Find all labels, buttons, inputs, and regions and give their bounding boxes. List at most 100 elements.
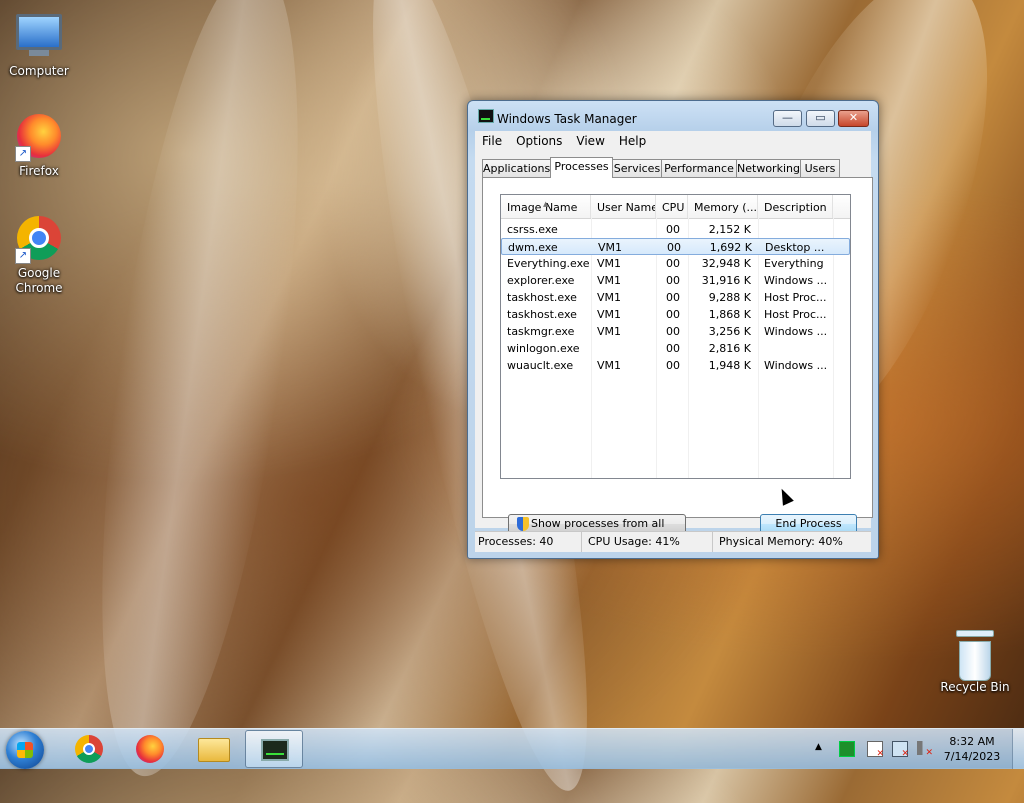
- cell-cpu: 00: [666, 274, 680, 287]
- tab-users[interactable]: Users: [800, 159, 840, 177]
- tab-networking[interactable]: Networking: [736, 159, 801, 177]
- cell-image: csrss.exe: [507, 223, 558, 236]
- shortcut-arrow-icon: ↗: [15, 146, 31, 162]
- cell-memory: 1,692 K: [709, 241, 752, 254]
- taskbar-task-manager-button[interactable]: [245, 730, 303, 768]
- desktop-icon-label: Computer: [9, 64, 69, 78]
- table-row[interactable]: winlogon.exe 00 2,816 K: [501, 340, 850, 357]
- cell-memory: 2,816 K: [708, 342, 751, 355]
- folder-icon: [198, 738, 230, 762]
- menu-help[interactable]: Help: [612, 131, 653, 151]
- action-center-icon[interactable]: [867, 741, 884, 759]
- column-header-image-name[interactable]: ▲ Image Name: [501, 195, 591, 218]
- desktop-icon-firefox[interactable]: ↗ Firefox: [1, 112, 77, 179]
- cell-cpu: 00: [667, 241, 681, 254]
- desktop-icon-chrome[interactable]: ↗ Google Chrome: [1, 214, 77, 296]
- table-row[interactable]: wuauclt.exe VM1 00 1,948 K Windows ...: [501, 357, 850, 374]
- show-hidden-icons-button[interactable]: ▲: [815, 742, 822, 752]
- task-manager-icon: [261, 739, 289, 761]
- taskbar-firefox-button[interactable]: [120, 730, 178, 768]
- cell-description: Windows ...: [764, 274, 828, 287]
- shortcut-arrow-icon: ↗: [15, 248, 31, 264]
- taskbar-chrome-button[interactable]: [58, 730, 116, 768]
- cell-description: [764, 221, 828, 238]
- volume-muted-icon[interactable]: [917, 741, 933, 758]
- start-button[interactable]: [6, 731, 44, 769]
- menu-file[interactable]: File: [475, 131, 509, 151]
- client-area: Applications Processes Services Performa…: [475, 151, 873, 548]
- table-row[interactable]: taskhost.exe VM1 00 1,868 K Host Proc...: [501, 306, 850, 323]
- cell-image: taskhost.exe: [507, 291, 577, 304]
- cell-cpu: 00: [666, 291, 680, 304]
- column-header-cpu[interactable]: CPU: [656, 195, 688, 218]
- network-activity-icon[interactable]: [839, 741, 855, 757]
- wallpaper-streak: [63, 0, 337, 788]
- table-row[interactable]: taskhost.exe VM1 00 9,288 K Host Proc...: [501, 289, 850, 306]
- firefox-icon: ↗: [15, 114, 63, 162]
- cell-description: Host Proc...: [764, 291, 827, 304]
- cell-description: Desktop ...: [765, 241, 825, 254]
- cell-cpu: 00: [666, 223, 680, 236]
- status-cpu-usage: CPU Usage: 41%: [582, 532, 713, 552]
- table-row[interactable]: dwm.exe VM1 00 1,692 K Desktop ...: [501, 238, 850, 255]
- tab-services[interactable]: Services: [612, 159, 662, 177]
- cell-image: dwm.exe: [508, 241, 558, 254]
- cell-image: Everything.exe: [507, 257, 589, 270]
- table-row[interactable]: taskmgr.exe VM1 00 3,256 K Windows ...: [501, 323, 850, 340]
- minimize-button[interactable]: —: [773, 110, 802, 127]
- cell-description: Everything: [764, 257, 824, 270]
- windows-logo-icon: [17, 742, 33, 758]
- cell-image: taskhost.exe: [507, 308, 577, 321]
- show-desktop-button[interactable]: [1012, 729, 1024, 769]
- desktop-icon-computer[interactable]: Computer: [1, 10, 77, 79]
- tab-performance[interactable]: Performance: [661, 159, 737, 177]
- menu-options[interactable]: Options: [509, 131, 569, 151]
- close-button[interactable]: ✕: [838, 110, 869, 127]
- cell-description: Host Proc...: [764, 308, 827, 321]
- tab-processes[interactable]: Processes: [550, 157, 613, 178]
- cell-user: VM1: [597, 291, 622, 304]
- cell-user: VM1: [597, 308, 622, 321]
- table-row[interactable]: csrss.exe 00 2,152 K: [501, 221, 850, 238]
- chrome-icon: [75, 735, 103, 763]
- cell-user: VM1: [597, 274, 622, 287]
- chrome-icon: ↗: [15, 216, 63, 264]
- cell-memory: 31,916 K: [701, 274, 751, 287]
- task-manager-window: Windows Task Manager — ▭ ✕ File Options Vi…: [467, 100, 879, 559]
- table-row[interactable]: Everything.exe VM1 00 32,948 K Everything: [501, 255, 850, 272]
- cell-memory: 9,288 K: [708, 291, 751, 304]
- column-header-memory[interactable]: Memory (...: [688, 195, 758, 218]
- cell-user: VM1: [597, 325, 622, 338]
- tab-applications[interactable]: Applications: [482, 159, 551, 177]
- menu-view[interactable]: View: [569, 131, 611, 151]
- cell-memory: 2,152 K: [708, 223, 751, 236]
- taskbar-explorer-button[interactable]: [183, 730, 241, 768]
- desktop-icon-label: Google Chrome: [15, 266, 63, 295]
- cell-user: VM1: [597, 257, 622, 270]
- cell-user: [597, 340, 655, 357]
- cell-user: VM1: [598, 241, 623, 254]
- maximize-button[interactable]: ▭: [806, 110, 835, 127]
- title-bar[interactable]: Windows Task Manager — ▭ ✕: [468, 101, 878, 127]
- cell-memory: 3,256 K: [708, 325, 751, 338]
- clock[interactable]: 8:32 AM 7/14/2023: [942, 734, 1002, 764]
- computer-icon: [15, 14, 63, 62]
- cell-user: [597, 221, 655, 238]
- menu-bar: File Options View Help: [475, 131, 871, 151]
- cell-cpu: 00: [666, 308, 680, 321]
- cell-memory: 1,948 K: [708, 359, 751, 372]
- column-header-user-name[interactable]: User Name: [591, 195, 656, 218]
- column-header-description[interactable]: Description: [758, 195, 833, 218]
- network-disconnected-icon[interactable]: [892, 741, 909, 759]
- cell-description: Windows ...: [764, 359, 828, 372]
- desktop-icon-recycle-bin[interactable]: Recycle Bin: [937, 630, 1013, 695]
- cell-cpu: 00: [666, 342, 680, 355]
- firefox-icon: [136, 735, 164, 763]
- table-row[interactable]: explorer.exe VM1 00 31,916 K Windows ...: [501, 272, 850, 289]
- recycle-bin-icon: [951, 630, 999, 681]
- cell-image: explorer.exe: [507, 274, 575, 287]
- status-processes: Processes: 40: [475, 532, 582, 552]
- clock-time: 8:32 AM: [949, 735, 995, 748]
- window-title: Windows Task Manager: [497, 112, 637, 126]
- process-list[interactable]: ▲ Image Name User Name CPU Memory (... D…: [500, 194, 851, 479]
